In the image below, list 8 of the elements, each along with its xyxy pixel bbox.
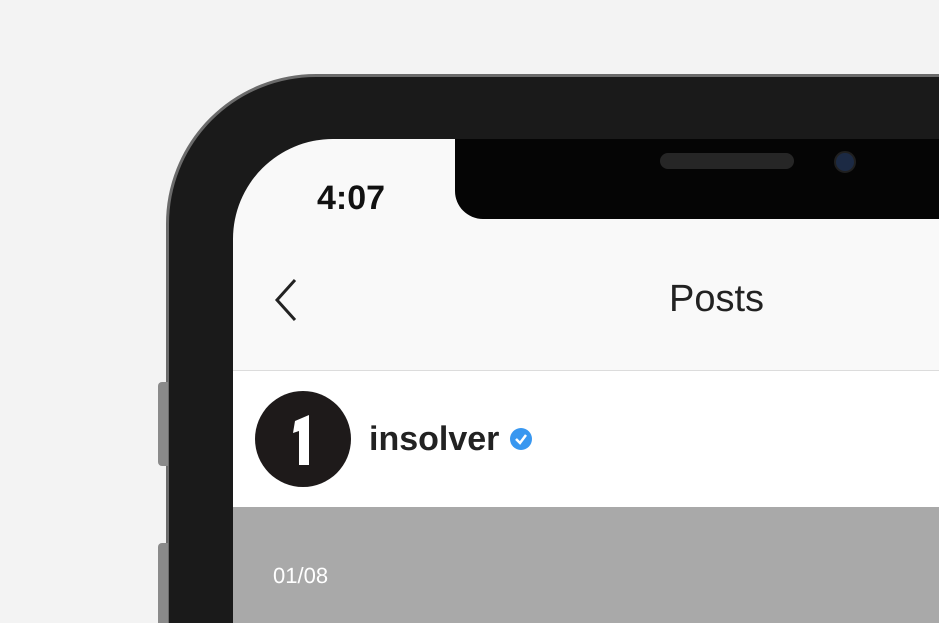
username[interactable]: insolver <box>369 414 500 464</box>
avatar-logo-icon[interactable] <box>255 391 351 487</box>
image-counter: 01/08 <box>273 563 328 588</box>
camera-icon <box>834 151 856 173</box>
nav-title: Posts <box>669 277 764 322</box>
status-time: 4:07 <box>317 179 386 217</box>
speaker-icon <box>660 153 794 169</box>
back-icon[interactable] <box>273 278 299 322</box>
